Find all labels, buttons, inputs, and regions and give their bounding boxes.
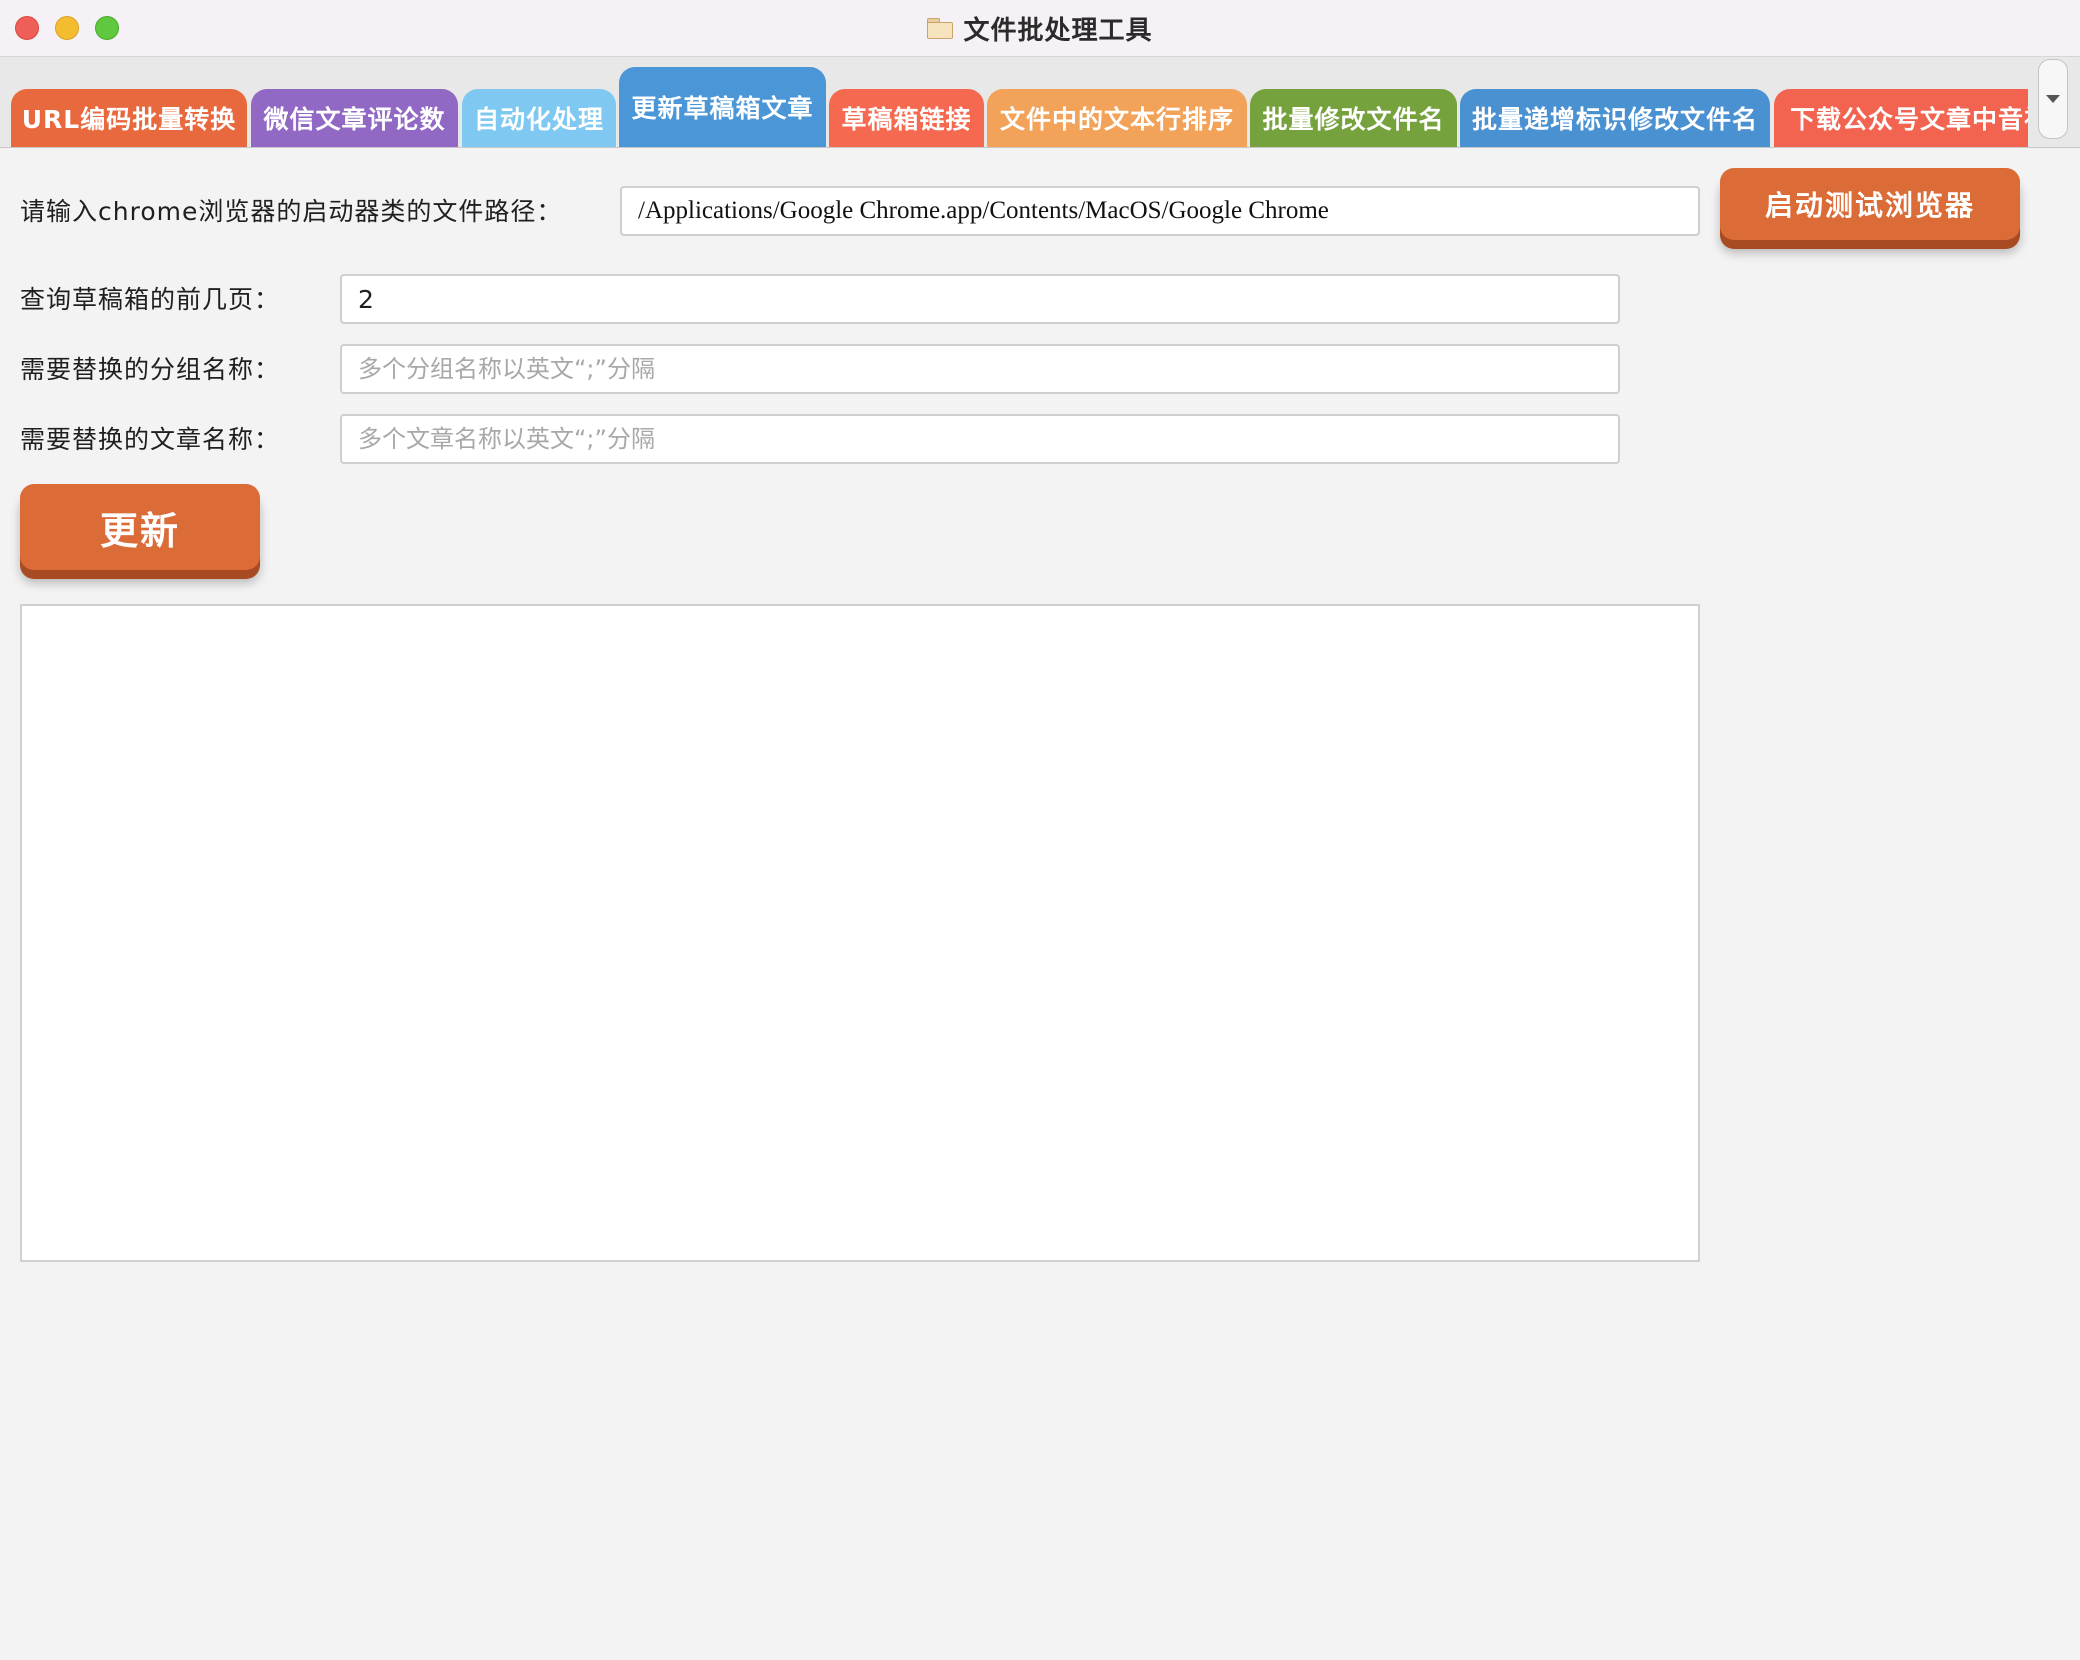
tabs-overflow-button[interactable] [2038,59,2068,139]
group-name-label: 需要替换的分组名称： [20,355,281,384]
tab-label: 自动化处理 [473,105,604,134]
tab-strip: URL编码批量转换 微信文章评论数 自动化处理 更新草稿箱文章 草稿箱链接 文件… [0,57,2080,148]
tab-automation[interactable]: 自动化处理 [462,89,616,147]
pages-label: 查询草稿箱的前几页： [20,285,281,314]
window-title: 文件批处理工具 [963,15,1153,46]
title-bar: 文件批处理工具 [0,0,2080,57]
output-text-area[interactable] [20,604,1700,1262]
tab-download-media[interactable]: 下载公众号文章中音视 [1774,89,2028,147]
article-name-field[interactable] [340,414,1620,464]
tab-wechat-comments[interactable]: 微信文章评论数 [251,89,458,147]
pages-field[interactable]: 2 [340,274,1620,324]
tab-label: 批量递增标识修改文件名 [1471,105,1758,134]
tab-update-drafts[interactable]: 更新草稿箱文章 [619,67,826,147]
tab-label: 批量修改文件名 [1262,105,1445,134]
tab-label: 微信文章评论数 [263,105,446,134]
window-title-group: 文件批处理工具 [0,0,2080,56]
tab-url-encode[interactable]: URL编码批量转换 [11,89,247,147]
group-name-field[interactable] [340,344,1620,394]
chrome-path-field[interactable]: /Applications/Google Chrome.app/Contents… [620,186,1700,236]
tab-label: 草稿箱链接 [841,105,972,134]
update-button[interactable]: 更新 [20,484,260,570]
launch-button-label: 启动测试浏览器 [1764,189,1975,222]
update-button-label: 更新 [99,508,180,553]
chevron-down-icon [2046,95,2060,103]
tab-label: URL编码批量转换 [21,105,237,134]
chrome-path-value: /Applications/Google Chrome.app/Contents… [638,197,1329,224]
tab-batch-rename[interactable]: 批量修改文件名 [1250,89,1457,147]
tab-label: 更新草稿箱文章 [631,94,814,123]
article-name-input[interactable] [358,416,1602,462]
tab-incremental-rename[interactable]: 批量递增标识修改文件名 [1460,89,1770,147]
pages-value: 2 [358,284,374,314]
tab-draft-links[interactable]: 草稿箱链接 [829,89,984,147]
tab-sort-text-lines[interactable]: 文件中的文本行排序 [987,89,1247,147]
tab-label: 文件中的文本行排序 [999,105,1234,134]
group-name-input[interactable] [358,346,1602,392]
launch-test-browser-button[interactable]: 启动测试浏览器 [1720,168,2020,240]
article-name-label: 需要替换的文章名称： [20,425,281,454]
chrome-path-label: 请输入chrome浏览器的启动器类的文件路径： [20,197,563,226]
tab-label: 下载公众号文章中音视 [1790,105,2028,134]
folder-icon [927,18,954,39]
